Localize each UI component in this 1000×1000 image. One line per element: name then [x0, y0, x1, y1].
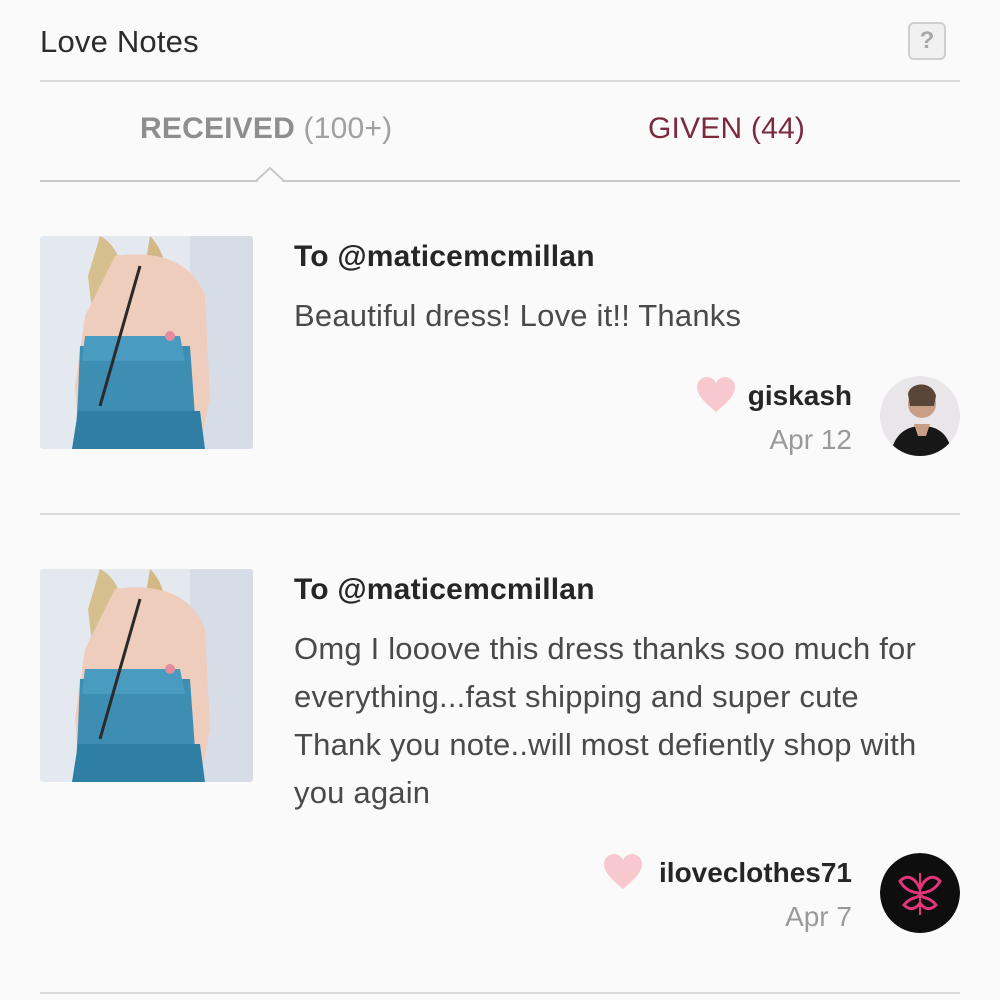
note-date: Apr 7	[785, 901, 852, 932]
page-title: Love Notes	[40, 24, 199, 59]
note-message: Beautiful dress! Love it!! Thanks	[294, 298, 742, 333]
love-note-item[interactable]: To @maticemcmillan Omg I looove this dre…	[40, 517, 960, 994]
note-recipient: To @maticemcmillan	[294, 573, 595, 606]
listing-thumbnail[interactable]	[40, 236, 253, 449]
tab-received[interactable]: RECEIVED (100+)	[140, 112, 392, 146]
tab-bar: RECEIVED (100+) GIVEN (44)	[40, 84, 960, 182]
note-date: Apr 12	[769, 424, 853, 455]
listing-thumbnail[interactable]	[40, 569, 253, 782]
help-button[interactable]: ?	[908, 22, 946, 60]
note-recipient: To @maticemcmillan	[294, 240, 595, 273]
tab-received-count: (100+)	[303, 112, 393, 145]
giver-username[interactable]: iloveclothes71	[659, 857, 852, 889]
tab-given[interactable]: GIVEN (44)	[648, 112, 805, 146]
love-note-item[interactable]: To @maticemcmillan Beautiful dress! Love…	[40, 184, 960, 515]
giver-username[interactable]: giskash	[748, 380, 852, 412]
note-message: Omg I looove this dress thanks soo much …	[294, 631, 917, 810]
heart-icon	[604, 854, 642, 889]
page-header: Love Notes ?	[40, 0, 960, 82]
giver-avatar[interactable]	[880, 376, 960, 456]
heart-icon	[697, 377, 735, 412]
tab-received-label: RECEIVED	[140, 112, 295, 145]
giver-avatar[interactable]	[880, 853, 960, 933]
active-tab-indicator	[256, 166, 284, 182]
